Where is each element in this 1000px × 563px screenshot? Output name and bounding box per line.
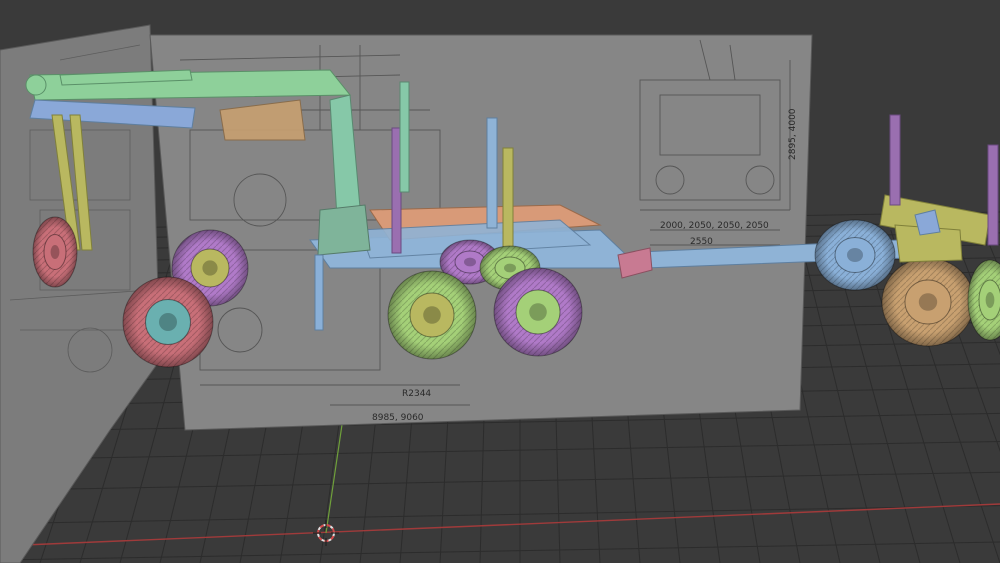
dim-cab-label: R2344 [402, 389, 431, 399]
stake-1[interactable] [486, 117, 498, 229]
outrigger-leg[interactable] [314, 254, 324, 331]
crane-base[interactable] [317, 204, 371, 256]
viewport-scene[interactable]: 2895, 4000 2000, 2050, 2050, 2050 2550 R… [0, 0, 1000, 563]
tire-middle[interactable] [387, 270, 477, 360]
trailer-bolster[interactable] [914, 209, 941, 236]
mast-post[interactable] [399, 81, 410, 193]
stake-2[interactable] [502, 147, 514, 249]
trailer-stake-2[interactable] [987, 144, 999, 246]
tire-front-right[interactable] [122, 276, 214, 368]
dim-length-label: 8985, 9060 [372, 413, 424, 423]
3d-viewport[interactable]: 2895, 4000 2000, 2050, 2050, 2050 2550 R… [0, 0, 1000, 563]
tire-rear[interactable] [493, 267, 583, 357]
tire-grapple[interactable] [32, 216, 78, 288]
dim-width-label: 2550 [690, 237, 713, 247]
trailer-stake-1[interactable] [889, 114, 901, 206]
dim-track-label: 2000, 2050, 2050, 2050 [660, 221, 769, 231]
tire-trailer-front[interactable] [881, 257, 975, 347]
x-axis-line [0, 503, 1000, 547]
tire-trailer-back[interactable] [814, 219, 896, 291]
boom-pivot[interactable] [25, 74, 47, 96]
dim-height-label: 2895, 4000 [788, 108, 798, 160]
